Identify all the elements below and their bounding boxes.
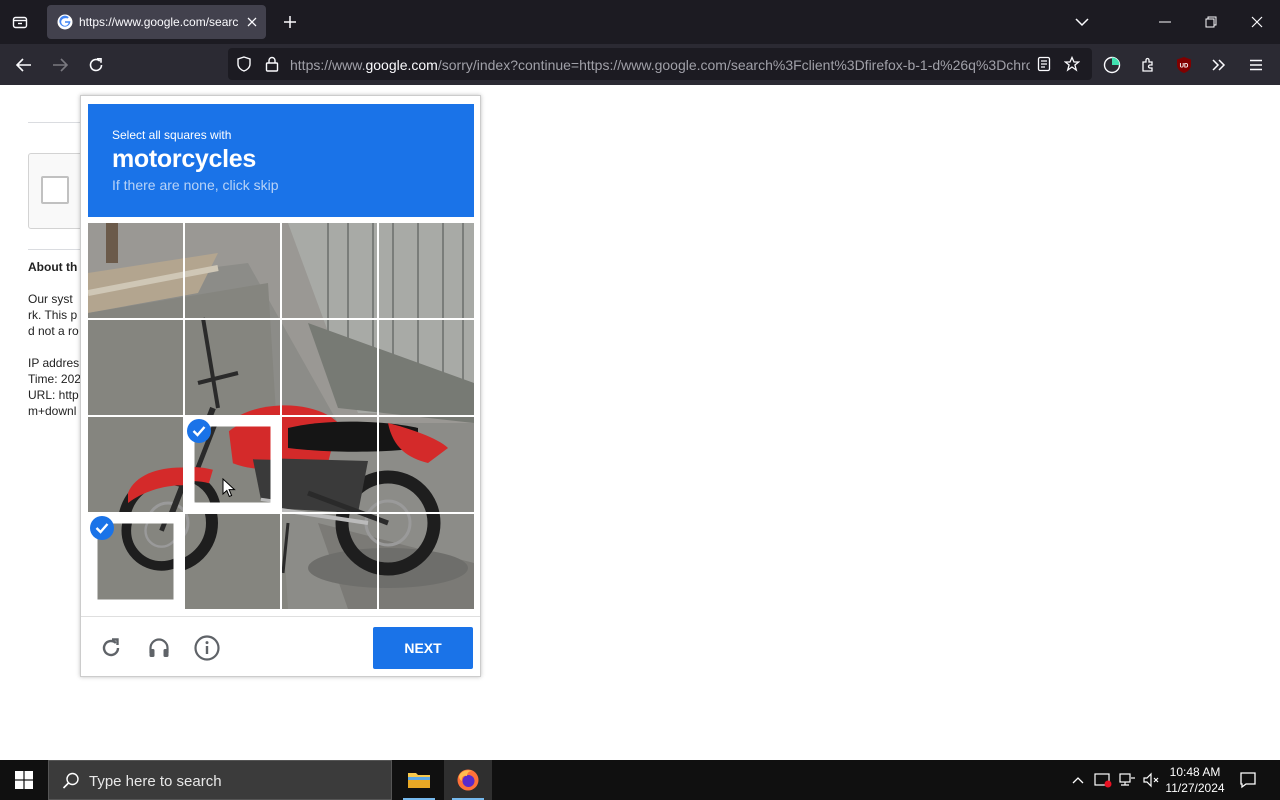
audio-challenge-icon[interactable] — [145, 634, 173, 662]
captcha-tile[interactable] — [379, 417, 474, 512]
account-sync-icon[interactable] — [1098, 51, 1126, 79]
captcha-tile[interactable] — [379, 320, 474, 415]
mouse-cursor-icon — [222, 477, 236, 498]
captcha-target: motorcycles — [112, 145, 256, 173]
captcha-tile[interactable] — [282, 223, 377, 318]
divider — [28, 122, 84, 123]
captcha-tile-image — [282, 320, 377, 415]
captcha-tile[interactable] — [379, 514, 474, 609]
explanation-line: d not a ro — [28, 324, 79, 338]
reload-icon[interactable] — [82, 51, 110, 79]
windows-taskbar: Type here to search 10:48 AM 11/27/2024 — [0, 760, 1280, 800]
time-line: Time: 202 — [28, 372, 81, 386]
captcha-footer: NEXT — [81, 616, 480, 676]
clock-date: 11/27/2024 — [1165, 781, 1225, 795]
captcha-challenge: Select all squares with motorcycles If t… — [80, 95, 481, 677]
captcha-tile-image — [379, 223, 474, 318]
captcha-tile[interactable] — [88, 417, 183, 512]
close-tab-icon[interactable] — [243, 13, 261, 31]
lock-icon[interactable] — [262, 54, 282, 74]
captcha-tile[interactable] — [282, 417, 377, 512]
info-icon[interactable] — [193, 634, 221, 662]
captcha-tile[interactable] — [282, 514, 377, 609]
captcha-header: Select all squares with motorcycles If t… — [88, 104, 474, 217]
show-hidden-icons-chevron-icon[interactable] — [1068, 770, 1088, 790]
url-line-continued: m+downl — [28, 404, 77, 418]
security-tray-icon[interactable] — [1093, 770, 1113, 790]
browser-tab[interactable]: https://www.google.com/search — [47, 5, 266, 39]
captcha-tile-image — [88, 417, 183, 512]
url-text[interactable]: https://www.google.com/sorry/index?conti… — [290, 57, 1030, 73]
captcha-tile[interactable] — [185, 320, 280, 415]
captcha-tile[interactable] — [282, 320, 377, 415]
reload-challenge-icon[interactable] — [97, 634, 125, 662]
about-heading: About th — [28, 260, 78, 274]
captcha-hint: If there are none, click skip — [112, 177, 279, 193]
captcha-tile[interactable] — [185, 514, 280, 609]
tab-bar: https://www.google.com/search — [0, 0, 1280, 44]
restore-icon[interactable] — [1197, 8, 1225, 36]
captcha-tile[interactable] — [88, 223, 183, 318]
tab-title: https://www.google.com/search — [79, 15, 239, 29]
recaptcha-checkbox[interactable] — [41, 176, 69, 204]
navigation-bar: https://www.google.com/sorry/index?conti… — [0, 44, 1280, 85]
address-bar[interactable]: https://www.google.com/sorry/index?conti… — [228, 48, 1092, 80]
url-line: URL: http — [28, 388, 79, 402]
captcha-tile-image — [379, 417, 474, 512]
explanation-line: Our syst — [28, 292, 73, 306]
captcha-tile-image — [88, 320, 183, 415]
google-favicon-icon — [57, 14, 73, 30]
captcha-tile[interactable] — [88, 320, 183, 415]
captcha-tile-image — [185, 223, 280, 318]
close-window-icon[interactable] — [1243, 8, 1271, 36]
captcha-tile-image — [282, 223, 377, 318]
captcha-tile[interactable] — [379, 223, 474, 318]
captcha-tile-image — [88, 223, 183, 318]
captcha-tile[interactable] — [185, 223, 280, 318]
notifications-icon[interactable] — [1238, 770, 1258, 790]
firefox-taskbar-icon[interactable] — [444, 760, 492, 800]
volume-muted-icon[interactable] — [1141, 770, 1161, 790]
more-tools-chevron-icon[interactable] — [1205, 51, 1233, 79]
captcha-tile-image — [282, 417, 377, 512]
tile-selected-check-icon — [90, 516, 114, 540]
forward-arrow-icon[interactable] — [46, 51, 74, 79]
divider — [28, 249, 84, 250]
captcha-instruction: Select all squares with — [112, 128, 232, 142]
svg-text:UD: UD — [1180, 64, 1189, 70]
captcha-tile-image — [185, 514, 280, 609]
captcha-tile-image — [379, 320, 474, 415]
captcha-tile-image — [282, 514, 377, 609]
search-icon — [61, 771, 81, 791]
file-explorer-icon[interactable] — [395, 760, 443, 800]
captcha-tile-image — [379, 514, 474, 609]
search-placeholder: Type here to search — [89, 773, 222, 790]
system-clock[interactable]: 10:48 AM 11/27/2024 — [1160, 764, 1230, 796]
tile-selected-check-icon — [187, 419, 211, 443]
new-tab-icon[interactable] — [278, 10, 302, 34]
explanation-line: rk. This p — [28, 308, 78, 322]
back-arrow-icon[interactable] — [10, 51, 38, 79]
captcha-tile-image — [185, 320, 280, 415]
tab-list-icon[interactable] — [6, 8, 34, 36]
web-page: About th Our syst rk. This p d not a ro … — [0, 85, 1280, 760]
recaptcha-widget — [28, 153, 88, 229]
reader-view-icon[interactable] — [1034, 54, 1054, 74]
ip-address-line: IP addres — [28, 356, 80, 370]
clock-time: 10:48 AM — [1169, 765, 1221, 779]
bookmark-star-icon[interactable] — [1062, 54, 1082, 74]
extensions-icon[interactable] — [1134, 51, 1162, 79]
hamburger-menu-icon[interactable] — [1242, 51, 1270, 79]
shield-icon[interactable] — [234, 54, 254, 74]
windows-start-icon[interactable] — [0, 760, 48, 800]
next-button[interactable]: NEXT — [373, 627, 473, 669]
taskbar-search-box[interactable]: Type here to search — [48, 760, 392, 800]
network-icon[interactable] — [1117, 770, 1137, 790]
minimize-icon[interactable] — [1151, 8, 1179, 36]
list-all-tabs-icon[interactable] — [1068, 8, 1096, 36]
captcha-image-grid — [88, 223, 474, 609]
ublock-origin-icon[interactable]: UD — [1170, 51, 1198, 79]
